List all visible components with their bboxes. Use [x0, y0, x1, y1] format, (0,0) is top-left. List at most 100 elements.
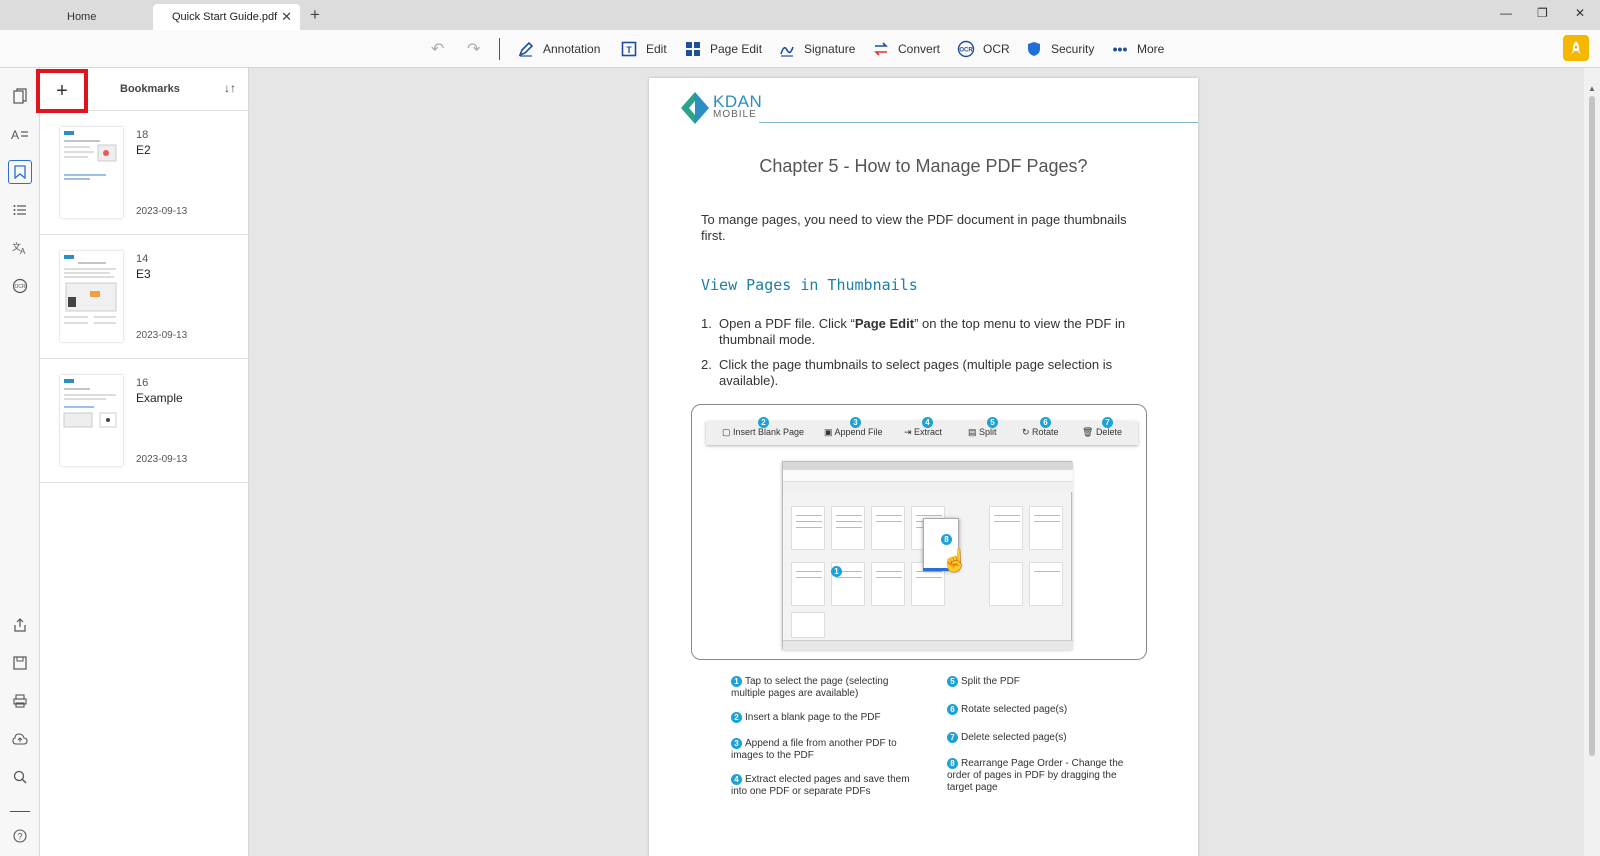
step-number: 1. [701, 316, 712, 331]
steps-list: 1. Open a PDF file. Click “Page Edit” on… [701, 316, 1141, 398]
edit-label: Edit [646, 42, 667, 56]
scroll-up-icon[interactable]: ▲ [1588, 84, 1596, 93]
cloud-upload-icon[interactable] [8, 727, 32, 751]
step-item: 2. Click the page thumbnails to select p… [701, 357, 1141, 389]
legend-item: 3 Append a file from another PDF to image… [731, 738, 897, 761]
sort-icon[interactable]: ↓↑ [224, 81, 236, 95]
minimize-icon[interactable]: — [1500, 6, 1512, 20]
search-icon[interactable] [8, 765, 32, 789]
page-edit-figure: 2 ▢ Insert Blank Page 3 ▣ Append File 4 ⇥ E… [691, 404, 1147, 660]
convert-icon [872, 40, 890, 58]
bookmarks-title: Bookmarks [120, 83, 180, 95]
more-label: More [1137, 42, 1165, 56]
security-button[interactable]: Security [1025, 37, 1094, 61]
vertical-scrollbar[interactable]: ▲ [1584, 68, 1600, 856]
toolbar-divider [499, 38, 500, 60]
legend-item: 5 Split the PDF [947, 676, 1127, 688]
signature-button[interactable]: Signature [778, 37, 855, 61]
new-tab-icon[interactable]: + [310, 6, 320, 24]
figure-screenshot: 1 8 ☝ [782, 461, 1073, 650]
bookmark-item[interactable]: 14 E3 2023-09-13 [40, 235, 249, 359]
close-tab-icon[interactable]: ✕ [281, 9, 292, 25]
signature-icon [778, 40, 796, 58]
convert-button[interactable]: Convert [872, 37, 940, 61]
bookmark-thumbnail [60, 375, 123, 466]
restore-icon[interactable]: ❐ [1537, 6, 1548, 20]
ocr-button[interactable]: OCR OCR [957, 37, 1010, 61]
save-as-icon[interactable] [8, 651, 32, 675]
signature-label: Signature [804, 42, 856, 56]
annotation-label: Annotation [543, 42, 601, 56]
figure-rotate: 6 ↻ Rotate [1022, 417, 1059, 437]
scrollbar-thumb[interactable] [1589, 96, 1595, 756]
figure-toolbar: 2 ▢ Insert Blank Page 3 ▣ Append File 4 ⇥ E… [706, 417, 1138, 445]
edit-text-icon: T [620, 40, 638, 58]
bookmark-date: 2023-09-13 [136, 454, 188, 465]
tab-document[interactable]: Quick Start Guide.pdf ✕ [153, 4, 300, 30]
more-button[interactable]: ••• More [1111, 37, 1165, 61]
annotation-button[interactable]: Annotation [517, 37, 600, 61]
legend-item: 6 Rotate selected page(s) [947, 704, 1127, 716]
bookmarks-header: + Bookmarks ↓↑ [36, 68, 249, 113]
convert-label: Convert [898, 42, 941, 56]
page-edit-button[interactable]: Page Edit [684, 37, 762, 61]
bookmark-date: 2023-09-13 [136, 330, 188, 341]
svg-text:A: A [20, 247, 26, 255]
ocr-rail-icon[interactable]: OCR [8, 274, 32, 298]
header-rule [759, 122, 1198, 123]
intro-paragraph: To mange pages, you need to view the PDF… [701, 212, 1127, 243]
undo-icon[interactable]: ↶ [431, 39, 444, 59]
redo-icon[interactable]: ↷ [467, 39, 480, 59]
svg-text:A: A [11, 128, 19, 141]
text-edit-icon[interactable]: A [8, 122, 32, 146]
svg-text:OCR: OCR [14, 284, 26, 290]
page-edit-label: Page Edit [710, 42, 763, 56]
legend-item: 1 Tap to select the page (selecting multi… [731, 676, 889, 699]
bookmark-thumbnail [60, 127, 123, 218]
bookmarks-panel: + Bookmarks ↓↑ 18 E2 2023-09-13 14 E3 20… [36, 68, 249, 856]
help-icon[interactable]: ? [8, 824, 32, 848]
logo-sub: MOBILE [713, 109, 757, 120]
step-number: 2. [701, 357, 712, 372]
rocket-icon[interactable] [1563, 35, 1589, 61]
figure-extract: 4 ⇥ Extract [904, 417, 943, 437]
left-rail: A 文A OCR ? [0, 68, 40, 856]
tab-bar: Home Quick Start Guide.pdf ✕ + — ❐ ✕ [0, 0, 1600, 30]
main-toolbar: ↶ ↷ Annotation T Edit Page Edit Signatur… [0, 30, 1600, 68]
rail-divider [10, 811, 30, 812]
plus-icon: + [56, 79, 68, 102]
add-bookmark-button[interactable]: + [36, 69, 88, 113]
pen-icon [517, 40, 535, 58]
bookmark-page: 18 [136, 129, 149, 141]
window-close-icon[interactable]: ✕ [1575, 6, 1585, 20]
logo-main: KDAN [713, 92, 763, 111]
bookmark-page: 16 [136, 377, 149, 389]
bookmark-date: 2023-09-13 [136, 206, 188, 217]
translate-icon[interactable]: 文A [8, 236, 32, 260]
bookmark-item[interactable]: 18 E2 2023-09-13 [40, 111, 249, 235]
bookmark-name: E3 [136, 267, 151, 281]
tab-home[interactable]: Home [0, 4, 152, 30]
bookmark-name: Example [136, 391, 183, 405]
legend-item: 4 Extract elected pages and save them int… [731, 774, 910, 797]
edit-button[interactable]: T Edit [620, 37, 667, 61]
bookmark-icon[interactable] [8, 160, 32, 184]
legend-item: 2 Insert a blank page to the PDF [731, 712, 911, 724]
bookmark-name: E2 [136, 143, 151, 157]
pages-icon[interactable] [8, 84, 32, 108]
bookmark-item[interactable]: 16 Example 2023-09-13 [40, 359, 249, 483]
legend-item: 7 Delete selected page(s) [947, 732, 1127, 744]
tab-document-label: Quick Start Guide.pdf [172, 11, 278, 23]
svg-text:?: ? [17, 832, 22, 842]
chapter-title: Chapter 5 - How to Manage PDF Pages? [759, 156, 1088, 176]
figure-append-file: 3 ▣ Append File [824, 417, 883, 437]
step-text: Open a PDF file. Click “Page Edit” on th… [719, 316, 1126, 347]
print-icon[interactable] [8, 689, 32, 713]
document-viewer[interactable]: KDAN MOBILE Chapter 5 - How to Manage PD… [249, 68, 1584, 856]
ocr-icon: OCR [957, 40, 975, 58]
outline-icon[interactable] [8, 198, 32, 222]
figure-insert-blank-page: 2 ▢ Insert Blank Page [722, 417, 805, 437]
kdan-logo: KDAN MOBILE [681, 92, 762, 124]
page-grid-icon [684, 40, 702, 58]
share-icon[interactable] [8, 613, 32, 637]
